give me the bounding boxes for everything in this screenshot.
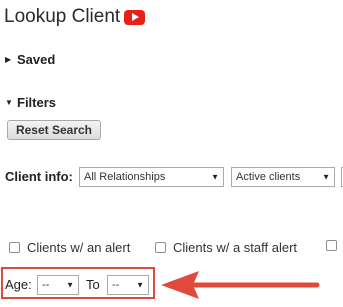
chevron-down-icon: ▼ bbox=[211, 172, 219, 182]
additional-checkbox[interactable] bbox=[326, 240, 343, 251]
client-status-select-value: Active clients bbox=[236, 171, 301, 183]
page-title: Lookup Client bbox=[4, 6, 146, 28]
checkbox-box[interactable] bbox=[155, 242, 166, 253]
age-to-select[interactable]: -- ▼ bbox=[107, 275, 149, 295]
clients-with-alert-checkbox[interactable]: Clients w/ an alert bbox=[9, 240, 130, 255]
chevron-down-icon: ▼ bbox=[66, 280, 74, 290]
youtube-play-icon[interactable] bbox=[124, 9, 146, 25]
age-from-select[interactable]: -- ▼ bbox=[37, 275, 79, 295]
saved-section-label: Saved bbox=[17, 52, 56, 67]
chevron-down-icon: ▼ bbox=[136, 280, 144, 290]
page-title-text: Lookup Client bbox=[4, 6, 121, 27]
age-from-select-value: -- bbox=[42, 279, 50, 291]
relationship-select[interactable]: All Relationships ▼ bbox=[79, 167, 224, 187]
triangle-right-icon: ▶ bbox=[5, 55, 12, 64]
checkbox-box[interactable] bbox=[326, 240, 337, 251]
saved-section-toggle[interactable]: ▶ Saved bbox=[5, 52, 55, 67]
annotation-arrow-icon bbox=[161, 271, 320, 299]
clients-with-staff-alert-checkbox[interactable]: Clients w/ a staff alert bbox=[155, 240, 297, 255]
age-to-label: To bbox=[86, 277, 100, 292]
checkbox-box[interactable] bbox=[9, 242, 20, 253]
client-info-label: Client info: bbox=[5, 169, 73, 184]
triangle-down-icon: ▼ bbox=[5, 98, 13, 107]
age-label: Age: bbox=[5, 277, 32, 292]
age-to-select-value: -- bbox=[112, 279, 120, 291]
chevron-down-icon: ▼ bbox=[322, 172, 330, 182]
filters-section-toggle[interactable]: ▼ Filters bbox=[5, 95, 56, 110]
lookup-client-page: Lookup Client ▶ Saved ▼ Filters Reset Se… bbox=[0, 0, 343, 307]
clients-with-alert-label: Clients w/ an alert bbox=[27, 240, 131, 255]
play-icon bbox=[131, 13, 139, 21]
relationship-select-value: All Relationships bbox=[84, 171, 166, 183]
client-status-select[interactable]: Active clients ▼ bbox=[231, 167, 335, 187]
reset-search-button[interactable]: Reset Search bbox=[7, 120, 101, 140]
filters-section-label: Filters bbox=[17, 95, 57, 110]
clients-with-staff-alert-label: Clients w/ a staff alert bbox=[173, 240, 298, 255]
